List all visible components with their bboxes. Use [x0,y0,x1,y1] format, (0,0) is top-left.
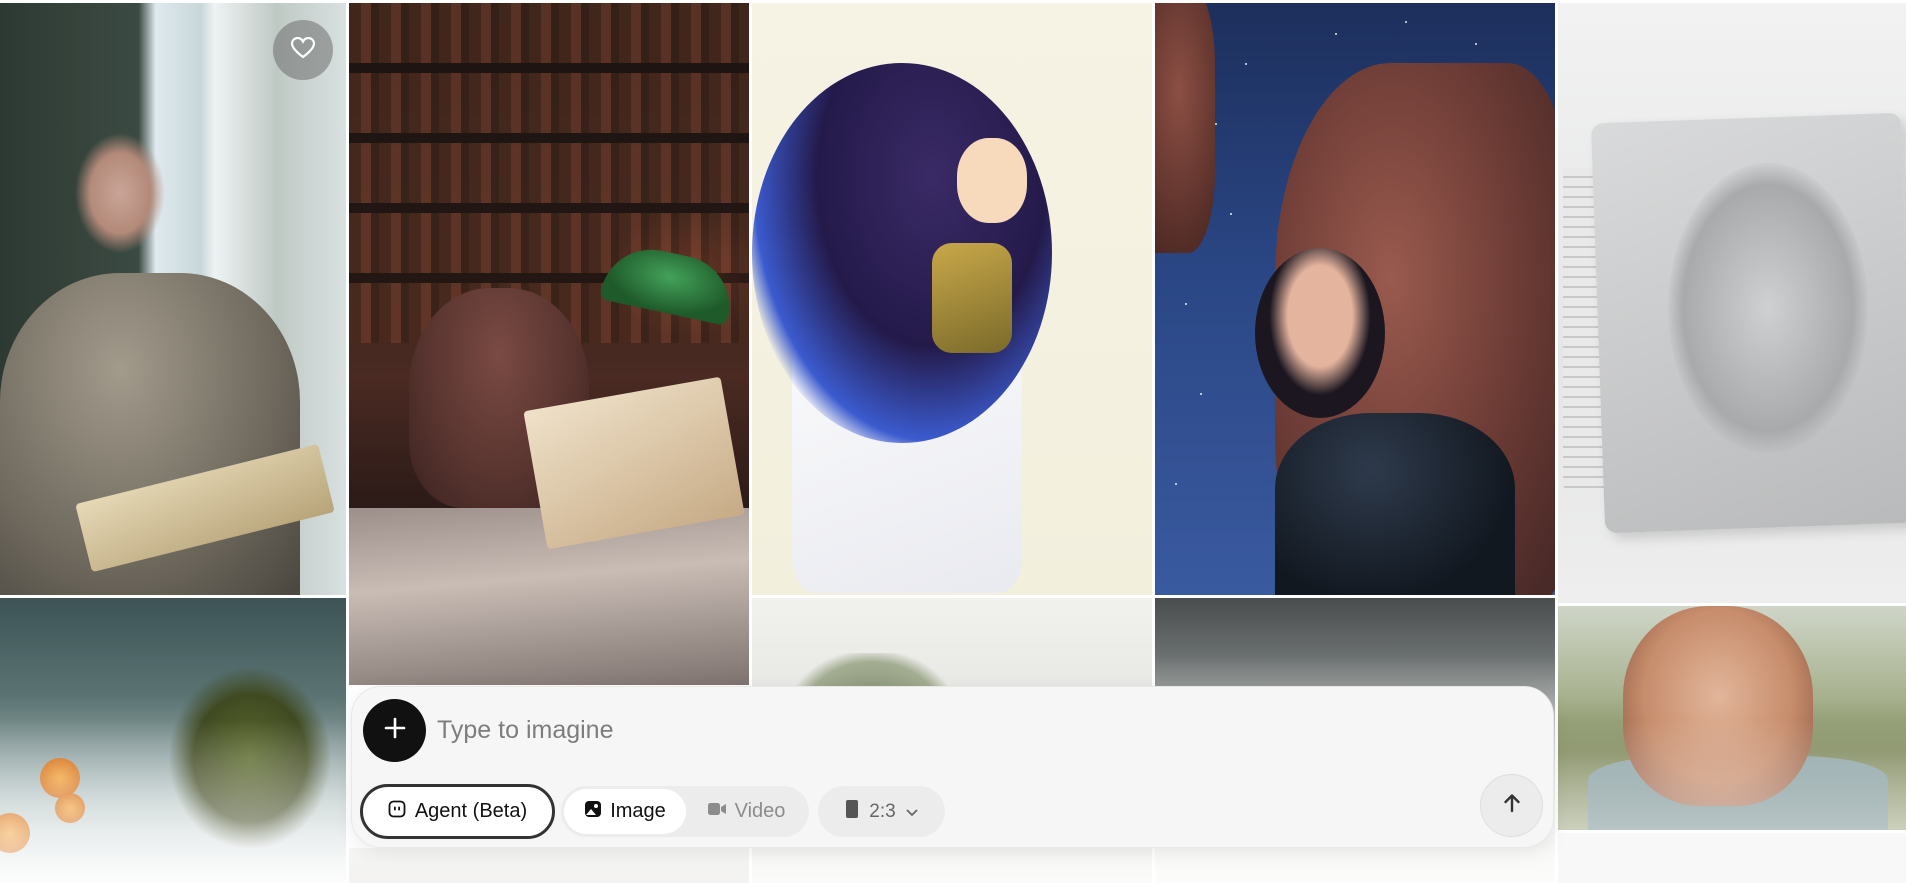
gallery-image-old-man-portrait[interactable] [1558,606,1906,830]
arrow-up-icon [1500,791,1524,820]
gallery-image-partial[interactable] [349,848,749,883]
send-button[interactable] [1480,774,1543,837]
add-button[interactable] [363,699,426,762]
gallery-image-anime-girl[interactable] [752,3,1152,595]
image-icon [584,800,602,824]
video-camera-icon [707,800,727,823]
gallery-image-plant-flowers[interactable] [0,598,346,883]
mode-switch: Image Video [561,786,809,837]
gallery-image-octopus-library[interactable] [349,3,749,685]
favorite-button[interactable] [273,20,333,80]
gallery-image-gray-sculpture[interactable] [1558,3,1906,603]
prompt-composer: Agent (Beta) Image Video 2:3 [351,686,1554,848]
gallery-image-partial[interactable] [1558,833,1906,883]
agent-beta-button[interactable]: Agent (Beta) [360,784,555,839]
aspect-ratio-label: 2:3 [869,800,896,822]
portrait-rect-icon [845,799,859,825]
agent-beta-label: Agent (Beta) [414,800,528,822]
chevron-down-icon [906,801,918,823]
plus-icon [383,716,407,745]
prompt-input[interactable] [437,710,1337,750]
aspect-ratio-select[interactable]: 2:3 [818,786,945,837]
gallery-image-starry-woman[interactable] [1155,3,1555,595]
mode-image-button[interactable]: Image [564,789,686,834]
mode-video-button[interactable]: Video [686,789,806,834]
heart-icon [290,36,316,64]
mode-video-label: Video [734,800,786,822]
gallery-image-old-man-reading[interactable] [0,3,346,595]
agent-face-icon [388,800,406,824]
mode-image-label: Image [610,800,666,822]
